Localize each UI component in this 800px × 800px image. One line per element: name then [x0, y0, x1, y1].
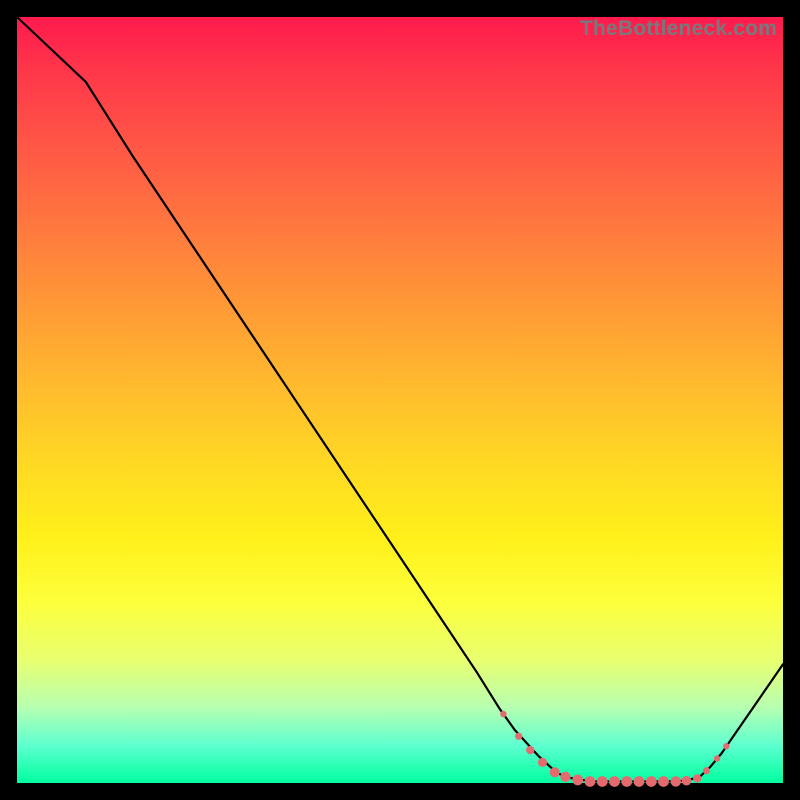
chart-line — [17, 17, 783, 781]
marker-dot — [560, 772, 570, 782]
marker-dot — [621, 776, 632, 787]
marker-dot — [634, 776, 645, 787]
marker-dot — [671, 776, 681, 786]
marker-dot — [703, 767, 710, 774]
marker-dot — [550, 767, 560, 777]
marker-dot — [538, 758, 547, 767]
marker-dot — [646, 776, 657, 787]
marker-dot — [515, 733, 522, 740]
marker-dot — [500, 711, 506, 717]
marker-dot — [526, 746, 534, 754]
chart-svg — [17, 17, 783, 783]
marker-dot — [609, 776, 620, 787]
marker-dot — [585, 776, 596, 787]
marker-dot — [723, 743, 729, 749]
marker-dot — [658, 776, 669, 787]
marker-dot — [682, 776, 692, 786]
gradient-plot-area: TheBottleneck.com — [17, 17, 783, 783]
chart-stage: TheBottleneck.com — [0, 0, 800, 800]
chart-markers — [500, 711, 729, 787]
marker-dot — [714, 755, 720, 761]
marker-dot — [693, 774, 701, 782]
marker-dot — [572, 775, 583, 786]
marker-dot — [597, 776, 608, 787]
